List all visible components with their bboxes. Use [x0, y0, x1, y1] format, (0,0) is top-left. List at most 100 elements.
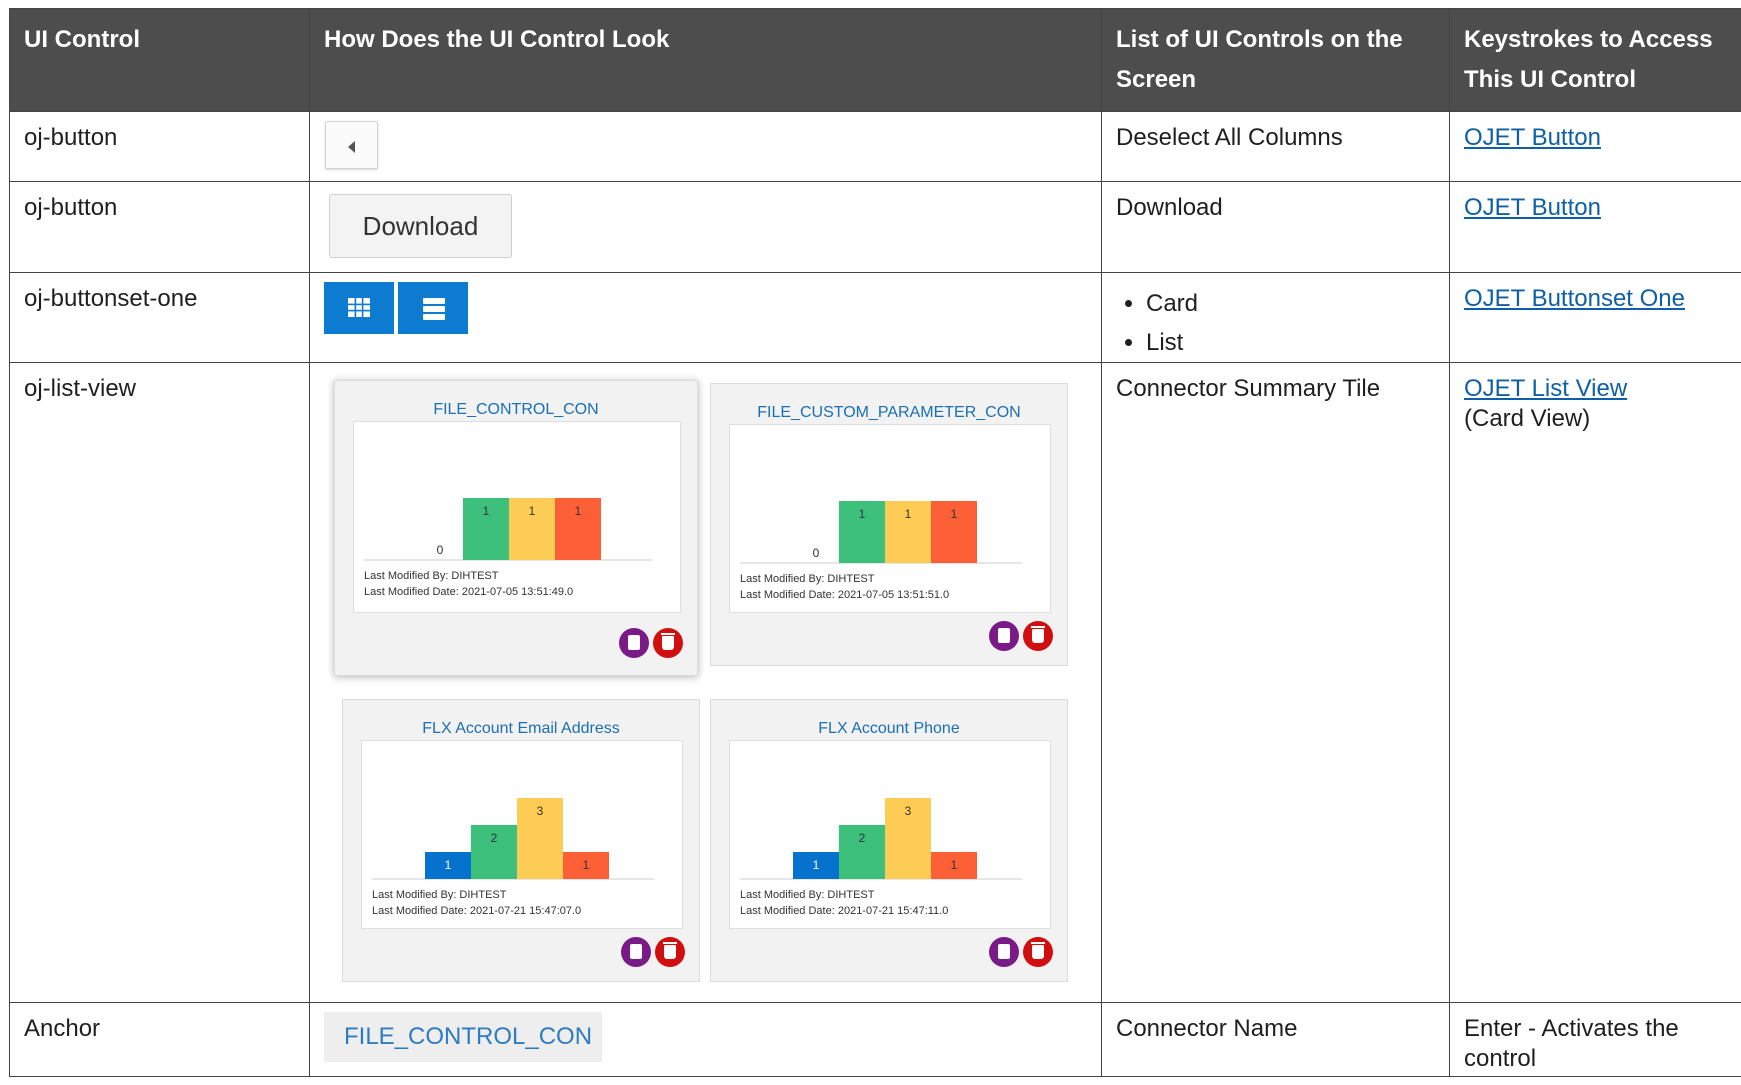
download-button[interactable]: Download — [329, 194, 512, 258]
bar-value-label: 1 — [575, 504, 582, 518]
option-list: Card List — [1116, 284, 1435, 362]
keystroke-cell: Enter - Activates the control — [1449, 1002, 1741, 1077]
connector-name-anchor[interactable]: FILE_CONTROL_CON — [324, 1012, 602, 1062]
connector-tile[interactable]: FLX Account Phone 1 2 3 1 Last Modified By: D… — [710, 699, 1068, 982]
last-modified-by: Last Modified By: DIHTEST — [740, 887, 948, 903]
tile-chart-panel: 1 2 3 1 Last Modified By: DIHTEST Last Modifi… — [361, 740, 683, 929]
modified-by-label: Last Modified By: — [364, 570, 449, 582]
tile-metadata: Last Modified By: DIHTEST Last Modified D… — [740, 571, 949, 603]
list-icon — [423, 298, 445, 320]
copy-icon[interactable] — [619, 628, 649, 658]
control-name: oj-button — [9, 111, 310, 182]
screen-control: Download — [1101, 181, 1450, 273]
last-modified-by: Last Modified By: DIHTEST — [364, 568, 573, 584]
trash-lid — [1031, 942, 1045, 944]
trash-lid — [663, 942, 677, 944]
bar-value-label: 0 — [437, 543, 444, 557]
control-look: FILE_CONTROL_CON 0 1 1 1 Last Modified By: DI… — [309, 362, 1102, 1003]
copy-icon[interactable] — [621, 937, 651, 967]
bar-value-label: 1 — [859, 507, 866, 521]
modified-by-value: DIHTEST — [824, 573, 875, 585]
control-look — [309, 111, 1102, 182]
card-view-button[interactable] — [324, 282, 394, 334]
ojet-button-link[interactable]: OJET Button — [1464, 194, 1601, 221]
table-row: oj-button Deselect All Columns OJET Butt… — [9, 111, 1741, 182]
bar-value-label: 1 — [445, 858, 452, 872]
delete-icon[interactable] — [653, 628, 683, 658]
connector-tile[interactable]: FILE_CONTROL_CON 0 1 1 1 Last Modified By: DI… — [334, 380, 698, 676]
bar-value-label: 1 — [905, 507, 912, 521]
keystroke-cell: OJET Button — [1449, 181, 1741, 273]
modified-date-label: Last Modified Date: — [372, 905, 467, 917]
connector-tile[interactable]: FLX Account Email Address 1 2 3 1 Last Modifi… — [342, 699, 700, 982]
table-row: oj-button Download Download OJET Button — [9, 181, 1741, 273]
tile-chart-panel: 0 1 1 1 Last Modified By: DIHTEST Last Modifi… — [729, 424, 1051, 613]
modified-date-label: Last Modified Date: — [740, 589, 835, 601]
modified-by-value: DIHTEST — [824, 889, 875, 901]
delete-icon[interactable] — [1023, 937, 1053, 967]
bar-value-label: 2 — [859, 831, 866, 845]
modified-by-value: DIHTEST — [456, 889, 507, 901]
tile-metadata: Last Modified By: DIHTEST Last Modified D… — [364, 568, 573, 600]
modified-date-value: 2021-07-05 13:51:51.0 — [834, 589, 950, 601]
screen-control: Card List — [1101, 272, 1450, 363]
control-name: Anchor — [9, 1002, 310, 1077]
control-look: Download — [309, 181, 1102, 273]
ojet-buttonset-one-link[interactable]: OJET Buttonset One — [1464, 285, 1685, 312]
bar-value-label: 1 — [951, 858, 958, 872]
bar-value-label: 1 — [951, 507, 958, 521]
control-look — [309, 272, 1102, 363]
trash-lid — [1031, 626, 1045, 628]
control-name: oj-list-view — [9, 362, 310, 1003]
ojet-list-view-link[interactable]: OJET List View — [1464, 375, 1627, 402]
tile-metadata: Last Modified By: DIHTEST Last Modified D… — [372, 887, 581, 919]
header-screen-controls: List of UI Controls on the Screen — [1101, 8, 1450, 112]
trash-glyph — [662, 636, 674, 650]
modified-date-value: 2021-07-21 15:47:07.0 — [466, 905, 582, 917]
trash-lid — [661, 633, 675, 635]
copy-glyph — [628, 635, 640, 650]
modified-by-label: Last Modified By: — [740, 573, 825, 585]
last-modified-date: Last Modified Date: 2021-07-21 15:47:07.… — [372, 903, 581, 919]
tile-metadata: Last Modified By: DIHTEST Last Modified D… — [740, 887, 948, 919]
table-row: oj-list-view FILE_CONTROL_CON 0 1 1 1 Last Mo… — [9, 362, 1741, 1003]
modified-by-label: Last Modified By: — [372, 889, 457, 901]
modified-by-value: DIHTEST — [448, 570, 499, 582]
delete-icon[interactable] — [1023, 621, 1053, 651]
bar-value-label: 0 — [813, 546, 820, 560]
copy-glyph — [630, 944, 642, 959]
modified-date-label: Last Modified Date: — [740, 905, 835, 917]
header-look: How Does the UI Control Look — [309, 8, 1102, 112]
trash-glyph — [664, 945, 676, 959]
list-view-button[interactable] — [398, 282, 468, 334]
last-modified-date: Last Modified Date: 2021-07-05 13:51:49.… — [364, 584, 573, 600]
control-name: oj-button — [9, 181, 310, 273]
keystroke-cell: OJET Buttonset One — [1449, 272, 1741, 363]
modified-date-value: 2021-07-21 15:47:11.0 — [834, 905, 949, 917]
last-modified-date: Last Modified Date: 2021-07-05 13:51:51.… — [740, 587, 949, 603]
header-keystrokes: Keystrokes to Access This UI Control — [1449, 8, 1741, 112]
bar-value-label: 1 — [529, 504, 536, 518]
tile-chart-panel: 0 1 1 1 Last Modified By: DIHTEST Last Modifi… — [353, 421, 681, 613]
modified-date-value: 2021-07-05 13:51:49.0 — [458, 586, 574, 598]
deselect-all-button[interactable] — [325, 121, 378, 169]
copy-icon[interactable] — [989, 937, 1019, 967]
chevron-left-icon — [348, 141, 355, 153]
delete-icon[interactable] — [655, 937, 685, 967]
table-header-row: UI Control How Does the UI Control Look … — [9, 8, 1741, 112]
card-view-note: (Card View) — [1464, 405, 1591, 432]
tile-chart-panel: 1 2 3 1 Last Modified By: DIHTEST Last Modifi… — [729, 740, 1051, 929]
last-modified-by: Last Modified By: DIHTEST — [740, 571, 949, 587]
modified-date-label: Last Modified Date: — [364, 586, 459, 598]
bar-value-label: 2 — [491, 831, 498, 845]
connector-tile[interactable]: FILE_CUSTOM_PARAMETER_CON 0 1 1 1 Last Modifi… — [710, 383, 1068, 666]
header-ui-control: UI Control — [9, 8, 310, 112]
screen-control: Connector Name — [1101, 1002, 1450, 1077]
screen-control: Deselect All Columns — [1101, 111, 1450, 182]
control-name: oj-buttonset-one — [9, 272, 310, 363]
ojet-button-link[interactable]: OJET Button — [1464, 124, 1601, 151]
copy-icon[interactable] — [989, 621, 1019, 651]
bar-value-label: 3 — [537, 804, 544, 818]
bar-value-label: 3 — [905, 804, 912, 818]
bar-value-label: 1 — [583, 858, 590, 872]
